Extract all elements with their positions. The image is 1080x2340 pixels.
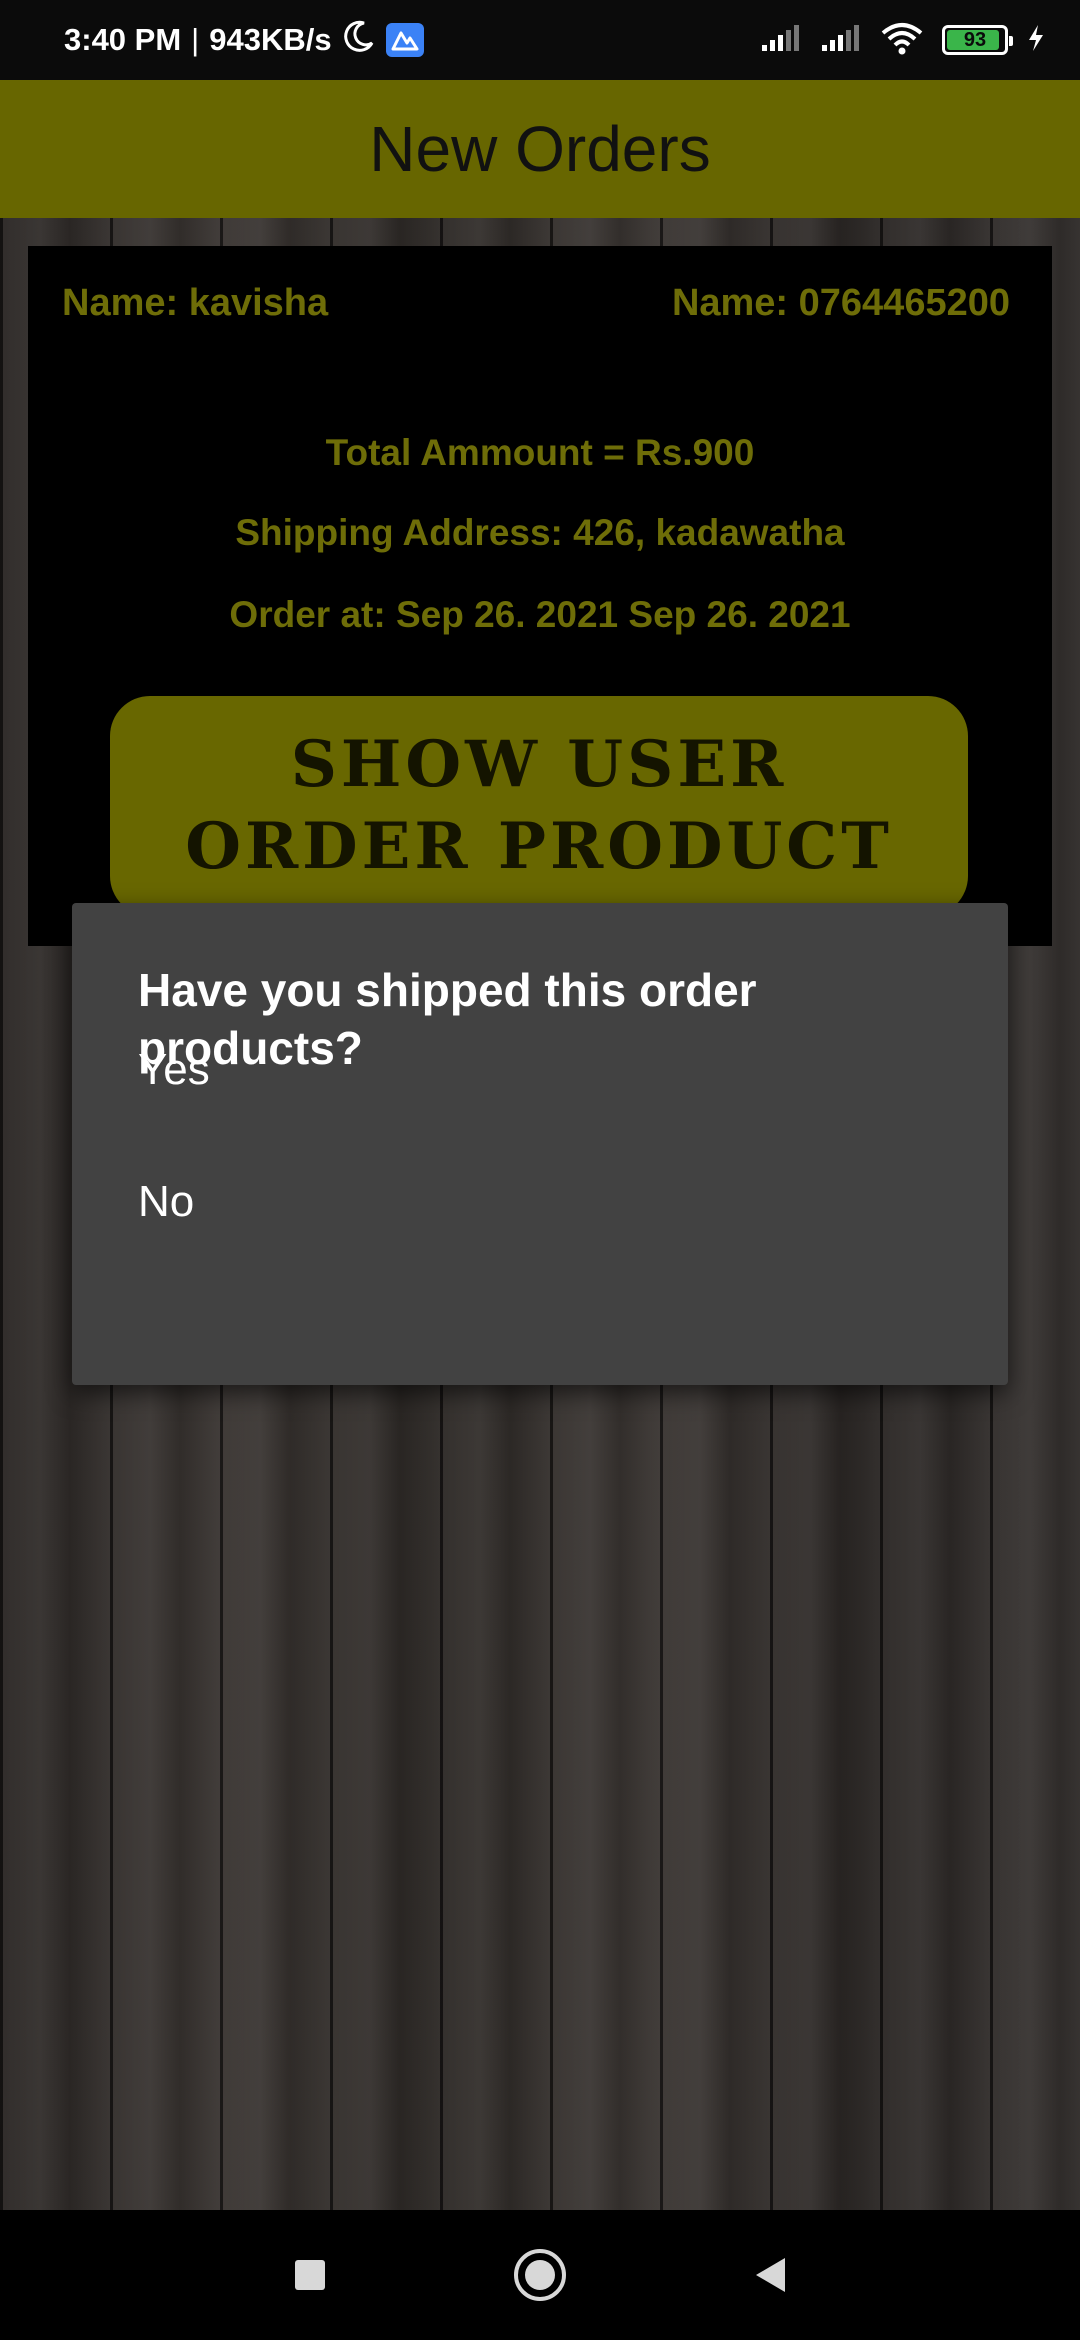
battery-level: 93 — [963, 28, 987, 51]
shipping-address: Shipping Address: 426, kadawatha — [235, 512, 845, 553]
back-triangle-icon[interactable] — [735, 2240, 805, 2310]
home-circle-icon[interactable] — [505, 2240, 575, 2310]
wifi-icon — [880, 21, 924, 60]
page-title: New Orders — [369, 113, 711, 185]
customer-name: Name: kavisha — [62, 282, 329, 324]
network-speed: 943KB/s — [209, 22, 332, 57]
app-badge-icon — [385, 23, 424, 57]
dialog-option-no[interactable]: No — [72, 1137, 1008, 1267]
app-bar: New Orders — [0, 80, 1080, 218]
order-card-header: Name: kavisha Name: 0764465200 — [62, 282, 1010, 325]
ship-confirm-dialog: Have you shipped this order products? Ye… — [72, 903, 1008, 1385]
status-right: 93 — [760, 21, 1046, 60]
status-bar: 3:40 PM | 943KB/s 93 — [0, 0, 1080, 80]
system-nav-bar — [0, 2210, 1080, 2340]
order-card: Name: kavisha Name: 0764465200 Total Amm… — [28, 246, 1052, 946]
signal-icon — [820, 23, 862, 58]
status-separator: | — [191, 22, 200, 57]
order-total: Total Ammount = Rs.900 — [325, 432, 755, 473]
dialog-option-yes[interactable]: Yes — [72, 1005, 1008, 1135]
customer-phone: Name: 0764465200 — [671, 282, 1010, 324]
signal-icon — [760, 23, 802, 58]
show-user-order-product-button[interactable]: SHOW USER ORDER PRODUCT — [110, 696, 968, 916]
show-user-order-product-label: SHOW USER ORDER PRODUCT — [185, 727, 893, 884]
dialog-option-label: Yes — [138, 1045, 210, 1094]
recents-square-icon[interactable] — [275, 2240, 345, 2310]
dialog-option-label: No — [138, 1177, 195, 1226]
status-time: 3:40 PM — [64, 22, 182, 57]
moon-icon — [342, 19, 376, 61]
charging-icon — [1026, 23, 1046, 58]
battery-icon: 93 — [942, 25, 1013, 55]
status-left: 3:40 PM | 943KB/s — [64, 19, 424, 61]
order-date: Order at: Sep 26. 2021 Sep 26. 2021 — [229, 594, 851, 635]
